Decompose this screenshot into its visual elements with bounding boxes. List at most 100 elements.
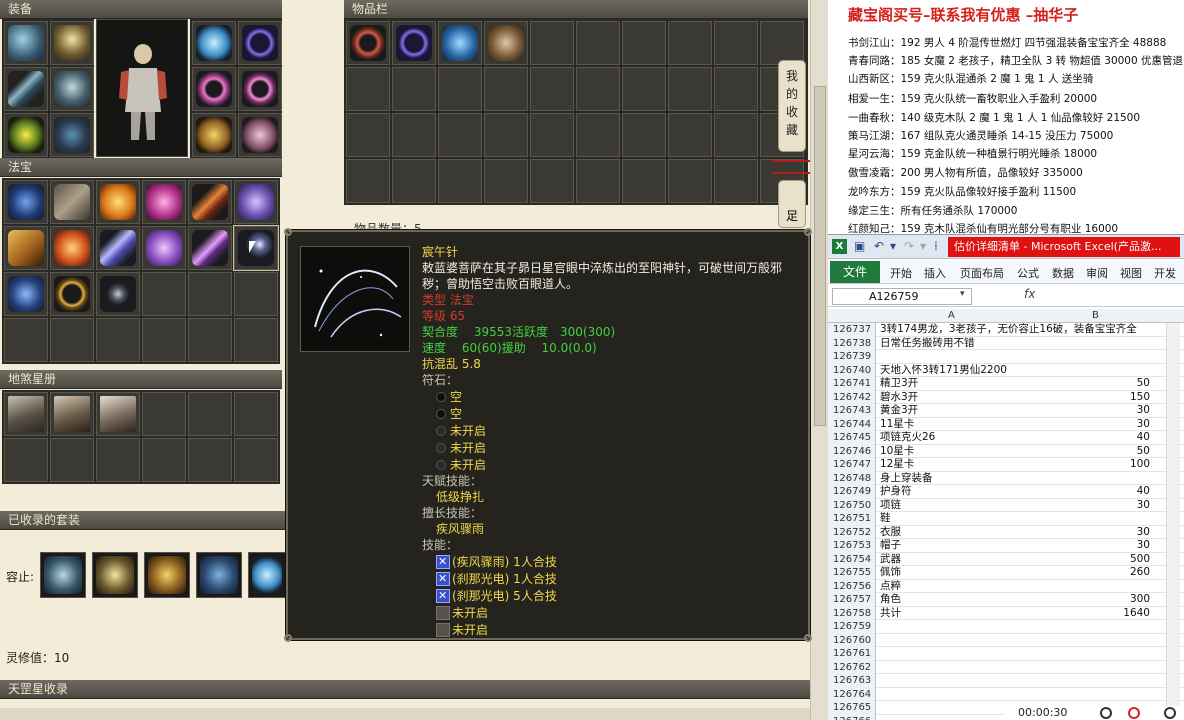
equip-slot-weapon[interactable] <box>4 67 48 111</box>
equip-slot-bracelet[interactable] <box>192 67 236 111</box>
row-number[interactable]: 126740 <box>828 363 876 377</box>
cell-a[interactable]: 3转174男龙，3老孩子，无价容止16破，装备宝宝齐全 <box>880 323 1137 337</box>
cell-a[interactable]: 精卫3开 <box>880 377 1028 391</box>
equip-slot-necklace[interactable] <box>50 21 94 65</box>
cell-a[interactable]: 武器 <box>880 553 1028 567</box>
scrollbar-thumb[interactable] <box>814 86 826 426</box>
name-box[interactable]: A126759 <box>832 288 972 305</box>
row-number[interactable]: 126754 <box>828 552 876 566</box>
equip-slot-ring[interactable] <box>238 21 282 65</box>
cell-b[interactable]: 30 <box>1028 404 1150 418</box>
save-icon[interactable]: ▣ <box>854 239 865 253</box>
fabao-slot-empty[interactable] <box>188 272 232 316</box>
row-number[interactable]: 126755 <box>828 566 876 580</box>
inventory-slot-empty[interactable] <box>622 113 666 157</box>
inventory-slot-empty[interactable] <box>668 21 712 65</box>
tab-insert[interactable]: 插入 <box>924 265 946 281</box>
fabao-slot[interactable] <box>4 226 48 270</box>
stop-record-icon[interactable] <box>1128 707 1140 719</box>
fabao-slot[interactable] <box>188 180 232 224</box>
row-number[interactable]: 126764 <box>828 687 876 701</box>
inventory-slot-empty[interactable] <box>346 67 390 111</box>
inventory-slot-empty[interactable] <box>714 113 758 157</box>
equip-slot-boots[interactable] <box>50 113 94 157</box>
fabao-slot[interactable] <box>142 226 186 270</box>
disha-slot-empty[interactable] <box>50 438 94 482</box>
fabao-slot[interactable] <box>50 272 94 316</box>
cell-a[interactable]: 10星卡 <box>880 445 1028 459</box>
fabao-slot-empty[interactable] <box>142 272 186 316</box>
cell-b[interactable]: 30 <box>1028 418 1150 432</box>
disha-slot-empty[interactable] <box>142 392 186 436</box>
fabao-slot[interactable] <box>4 180 48 224</box>
disha-slot-empty[interactable] <box>234 438 278 482</box>
row-number[interactable]: 126765 <box>828 701 876 715</box>
inventory-slot-empty[interactable] <box>576 159 620 203</box>
inventory-slot-empty[interactable] <box>668 159 712 203</box>
fabao-slot-empty[interactable] <box>96 318 140 362</box>
redo-dropdown-icon[interactable]: ▾ <box>920 239 926 253</box>
disha-card[interactable] <box>4 392 48 436</box>
fabao-slot-empty[interactable] <box>142 318 186 362</box>
side-tab-2[interactable]: 足 <box>778 180 806 228</box>
insert-function-icon[interactable]: fx <box>1024 287 1035 301</box>
row-number[interactable]: 126756 <box>828 579 876 593</box>
cell-b[interactable]: 1640 <box>1028 607 1150 621</box>
equip-slot-orb[interactable] <box>192 21 236 65</box>
row-number[interactable]: 126741 <box>828 377 876 391</box>
inventory-slot-empty[interactable] <box>438 159 482 203</box>
inventory-slot-empty[interactable] <box>714 67 758 111</box>
row-number[interactable]: 126751 <box>828 512 876 526</box>
inventory-slot-empty[interactable] <box>576 67 620 111</box>
row-number[interactable]: 126763 <box>828 674 876 688</box>
set-item-slot[interactable] <box>196 552 242 598</box>
inventory-slot-empty[interactable] <box>622 67 666 111</box>
equip-slot-charm[interactable] <box>238 113 282 157</box>
cell-b[interactable]: 100 <box>1028 458 1150 472</box>
row-number[interactable]: 126750 <box>828 498 876 512</box>
disha-slot-empty[interactable] <box>234 392 278 436</box>
row-number[interactable]: 126744 <box>828 417 876 431</box>
fabao-slot-empty[interactable] <box>234 272 278 316</box>
inventory-slot-empty[interactable] <box>530 159 574 203</box>
cell-a[interactable]: 黄金3开 <box>880 404 1028 418</box>
fabao-slot[interactable] <box>96 226 140 270</box>
column-header-b[interactable]: B <box>1092 310 1099 321</box>
fabao-slot-empty[interactable] <box>50 318 94 362</box>
fabao-slot[interactable] <box>234 180 278 224</box>
row-number[interactable]: 126758 <box>828 606 876 620</box>
file-tab[interactable]: 文件 <box>830 261 880 283</box>
fabao-slot[interactable] <box>4 272 48 316</box>
inventory-slot-empty[interactable] <box>392 67 436 111</box>
customize-toolbar-icon[interactable]: ⁞ <box>934 239 938 253</box>
cell-a[interactable]: 衣服 <box>880 526 1028 540</box>
row-number[interactable]: 126743 <box>828 404 876 418</box>
inventory-slot-empty[interactable] <box>392 113 436 157</box>
inventory-slot-empty[interactable] <box>438 67 482 111</box>
cell-b[interactable]: 30 <box>1028 526 1150 540</box>
cell-b[interactable]: 40 <box>1028 485 1150 499</box>
row-number[interactable]: 126747 <box>828 458 876 472</box>
favorites-tab[interactable]: 我的收藏 <box>778 60 806 152</box>
inventory-slot-empty[interactable] <box>484 67 528 111</box>
inventory-slot-empty[interactable] <box>622 21 666 65</box>
tab-review[interactable]: 审阅 <box>1086 265 1108 281</box>
inventory-slot-empty[interactable] <box>346 113 390 157</box>
inventory-slot-empty[interactable] <box>714 21 758 65</box>
inventory-slot-empty[interactable] <box>760 21 804 65</box>
cell-a[interactable]: 鞋 <box>880 512 1028 526</box>
fabao-slot[interactable] <box>50 226 94 270</box>
fabao-slot-empty[interactable] <box>4 318 48 362</box>
cell-a[interactable]: 点粹 <box>880 580 1028 594</box>
fabao-slot-selected[interactable] <box>233 225 279 271</box>
cell-b[interactable]: 150 <box>1028 391 1150 405</box>
cell-a[interactable]: 12星卡 <box>880 458 1028 472</box>
set-item-slot[interactable] <box>248 552 286 598</box>
fabao-slot[interactable] <box>96 272 140 316</box>
disha-card[interactable] <box>50 392 94 436</box>
row-number[interactable]: 126761 <box>828 647 876 661</box>
fabao-slot-empty[interactable] <box>188 318 232 362</box>
cell-a[interactable]: 佩饰 <box>880 566 1028 580</box>
inventory-slot-empty[interactable] <box>530 67 574 111</box>
inventory-slot-empty[interactable] <box>438 113 482 157</box>
